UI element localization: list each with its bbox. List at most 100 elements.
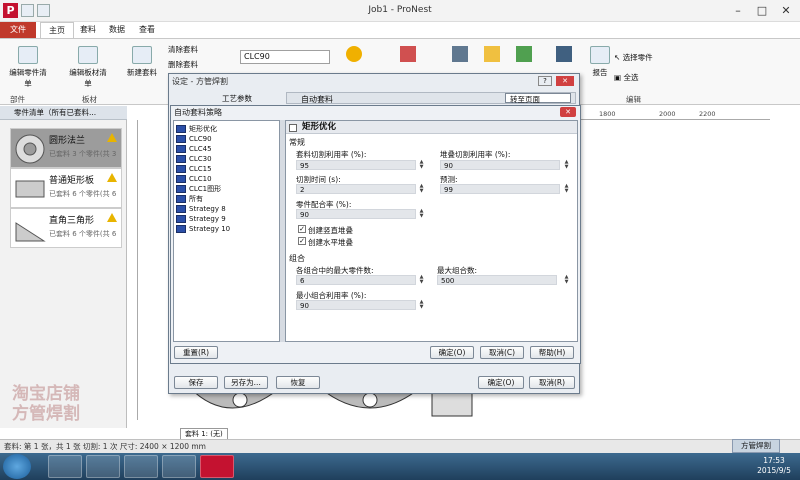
list-item[interactable]: 普通矩形板 已套料 6 个零件(共 6 [10, 168, 122, 208]
tab-file[interactable]: 文件 [0, 22, 36, 38]
min-combo-util-field[interactable]: 90 [296, 300, 416, 310]
help-icon[interactable]: ? [538, 76, 552, 86]
vertical-stack-label: 创建竖直堆叠 [308, 226, 353, 235]
save-button[interactable]: 保存 [174, 376, 218, 389]
part-count: 已套料 6 个零件(共 6 [49, 190, 117, 198]
part-list-header: 零件清单（所有已套料... [0, 106, 127, 120]
group-edit-label: 编辑 [626, 95, 641, 104]
cancel-button[interactable]: 取消(R) [529, 376, 575, 389]
tree-item[interactable]: CLC90 [176, 134, 212, 144]
horizontal-stack-checkbox[interactable]: ✓ [298, 237, 306, 245]
flange-icon [15, 134, 45, 164]
tree-item[interactable]: CLC30 [176, 154, 212, 164]
tree-item[interactable]: CLC1图形 [176, 184, 221, 194]
save-as-button[interactable]: 另存为... [224, 376, 268, 389]
output-icon[interactable] [556, 46, 572, 62]
spinner-icon[interactable]: ▲ ▼ [563, 275, 570, 285]
strategy-select[interactable]: CLC90 [240, 50, 330, 64]
ok-button[interactable]: 确定(O) [478, 376, 524, 389]
collapse-icon[interactable] [289, 124, 297, 132]
close-icon[interactable]: ✕ [560, 107, 576, 117]
common-line-icon[interactable] [484, 46, 500, 62]
spinner-icon[interactable]: ▲ ▼ [418, 184, 425, 194]
close-icon[interactable]: ✕ [775, 2, 797, 19]
nest-tools-icon[interactable] [400, 46, 416, 62]
tab-view[interactable]: 查看 [131, 22, 163, 38]
report-icon [590, 46, 610, 64]
spinner-icon[interactable]: ▲ ▼ [418, 209, 425, 219]
select-part-button[interactable]: ↖ 选择零件 [614, 52, 653, 63]
cut-time-field[interactable]: 2 [296, 184, 416, 194]
tree-item[interactable]: CLC10 [176, 174, 212, 184]
sequence-icon[interactable] [452, 46, 468, 62]
clock[interactable]: 17:53 2015/9/5 [752, 456, 796, 476]
arrow-pointer-icon: ↖ [614, 53, 621, 62]
spinner-icon[interactable]: ▲ ▼ [418, 160, 425, 170]
watermark-text: 淘宝店铺 方管焊割 [12, 384, 80, 424]
select-all-icon: ▣ [614, 73, 622, 82]
clear-nest-button[interactable]: 清除套料 [168, 44, 198, 55]
vertical-stack-checkbox[interactable]: ✓ [298, 225, 306, 233]
maximize-icon[interactable]: □ [751, 2, 773, 19]
list-item[interactable]: 直角三角形 已套料 6 个零件(共 6 [10, 208, 122, 248]
tab-data[interactable]: 数据 [101, 22, 133, 38]
spinner-icon[interactable]: ▲ ▼ [563, 184, 570, 194]
preview-field[interactable]: 99 [440, 184, 560, 194]
section-general: 常规 [289, 138, 305, 147]
fit-util-field[interactable]: 90 [296, 209, 416, 219]
edit-part-list-button[interactable]: 编辑零件清单 [6, 46, 50, 88]
max-parts-field[interactable]: 6 [296, 275, 416, 285]
strategy-icon [176, 215, 186, 223]
util-label: 套料切割利用率 (%): [296, 150, 367, 159]
stack-util-field[interactable]: 90 [440, 160, 560, 170]
ok-button[interactable]: 确定(O) [430, 346, 474, 359]
cancel-button[interactable]: 取消(C) [480, 346, 524, 359]
tree-item[interactable]: CLC45 [176, 144, 212, 154]
stack-util-label: 堆叠切割利用率 (%): [440, 150, 511, 159]
tab-nesting[interactable]: 套料 [72, 22, 104, 38]
tree-item[interactable]: 所有 [176, 194, 203, 204]
reset-button[interactable]: 重置(R) [174, 346, 218, 359]
strategy-icon [176, 225, 186, 233]
check-icon[interactable] [516, 46, 532, 62]
spinner-icon[interactable]: ▲ ▼ [563, 160, 570, 170]
strategy-icon [176, 125, 186, 133]
spinner-icon[interactable]: ▲ ▼ [418, 275, 425, 285]
goto-page-select[interactable]: 转至页面 [505, 93, 571, 104]
select-all-button[interactable]: ▣ 全选 [614, 72, 638, 83]
max-combos-field[interactable]: 500 [437, 275, 557, 285]
auto-nest-icon[interactable] [346, 46, 362, 62]
edit-plate-list-button[interactable]: 编辑板材清单 [66, 46, 110, 88]
ruler-mark: 2200 [699, 110, 716, 118]
media-player-icon[interactable] [162, 455, 196, 478]
spinner-icon[interactable]: ▲ ▼ [418, 300, 425, 310]
part-count: 已套料 6 个零件(共 6 [49, 230, 117, 238]
tab-home[interactable]: 主页 [40, 22, 74, 38]
restore-button[interactable]: 恢复 [276, 376, 320, 389]
tree-item[interactable]: Strategy 10 [176, 224, 230, 234]
help-button[interactable]: 帮助(H) [530, 346, 574, 359]
minimize-icon[interactable]: – [727, 2, 749, 19]
list-item[interactable]: 圆形法兰 已套料 3 个零件(共 3 [10, 128, 122, 168]
horizontal-ruler: 1800 2000 2200 [565, 110, 770, 120]
brand-button[interactable]: 方管焊割 [732, 439, 780, 453]
taskbar [0, 453, 800, 480]
strategy-tree: 矩形优化 CLC90 CLC45 CLC30 CLC15 CLC10 CLC1图… [173, 120, 280, 342]
new-nest-button[interactable]: 新建套料 [120, 46, 164, 86]
start-button-icon[interactable] [3, 454, 31, 479]
delete-nest-button[interactable]: 删除套料 [168, 59, 198, 70]
util-field[interactable]: 95 [296, 160, 416, 170]
auto-nest-header: 自动套料 转至页面 [286, 92, 576, 104]
tree-item[interactable]: Strategy 9 [176, 214, 226, 224]
window-title: Job1 - ProNest [368, 5, 432, 15]
tree-item[interactable]: Strategy 8 [176, 204, 226, 214]
strategy-icon [176, 135, 186, 143]
tree-item[interactable]: 矩形优化 [176, 124, 217, 134]
explorer-icon[interactable] [48, 455, 82, 478]
browser-icon[interactable] [86, 455, 120, 478]
tree-item[interactable]: CLC15 [176, 164, 212, 174]
close-icon[interactable]: ✕ [556, 76, 574, 86]
folder-icon[interactable] [124, 455, 158, 478]
part-name: 普通矩形板 [49, 176, 95, 186]
pronest-taskbar-icon[interactable] [200, 455, 234, 478]
